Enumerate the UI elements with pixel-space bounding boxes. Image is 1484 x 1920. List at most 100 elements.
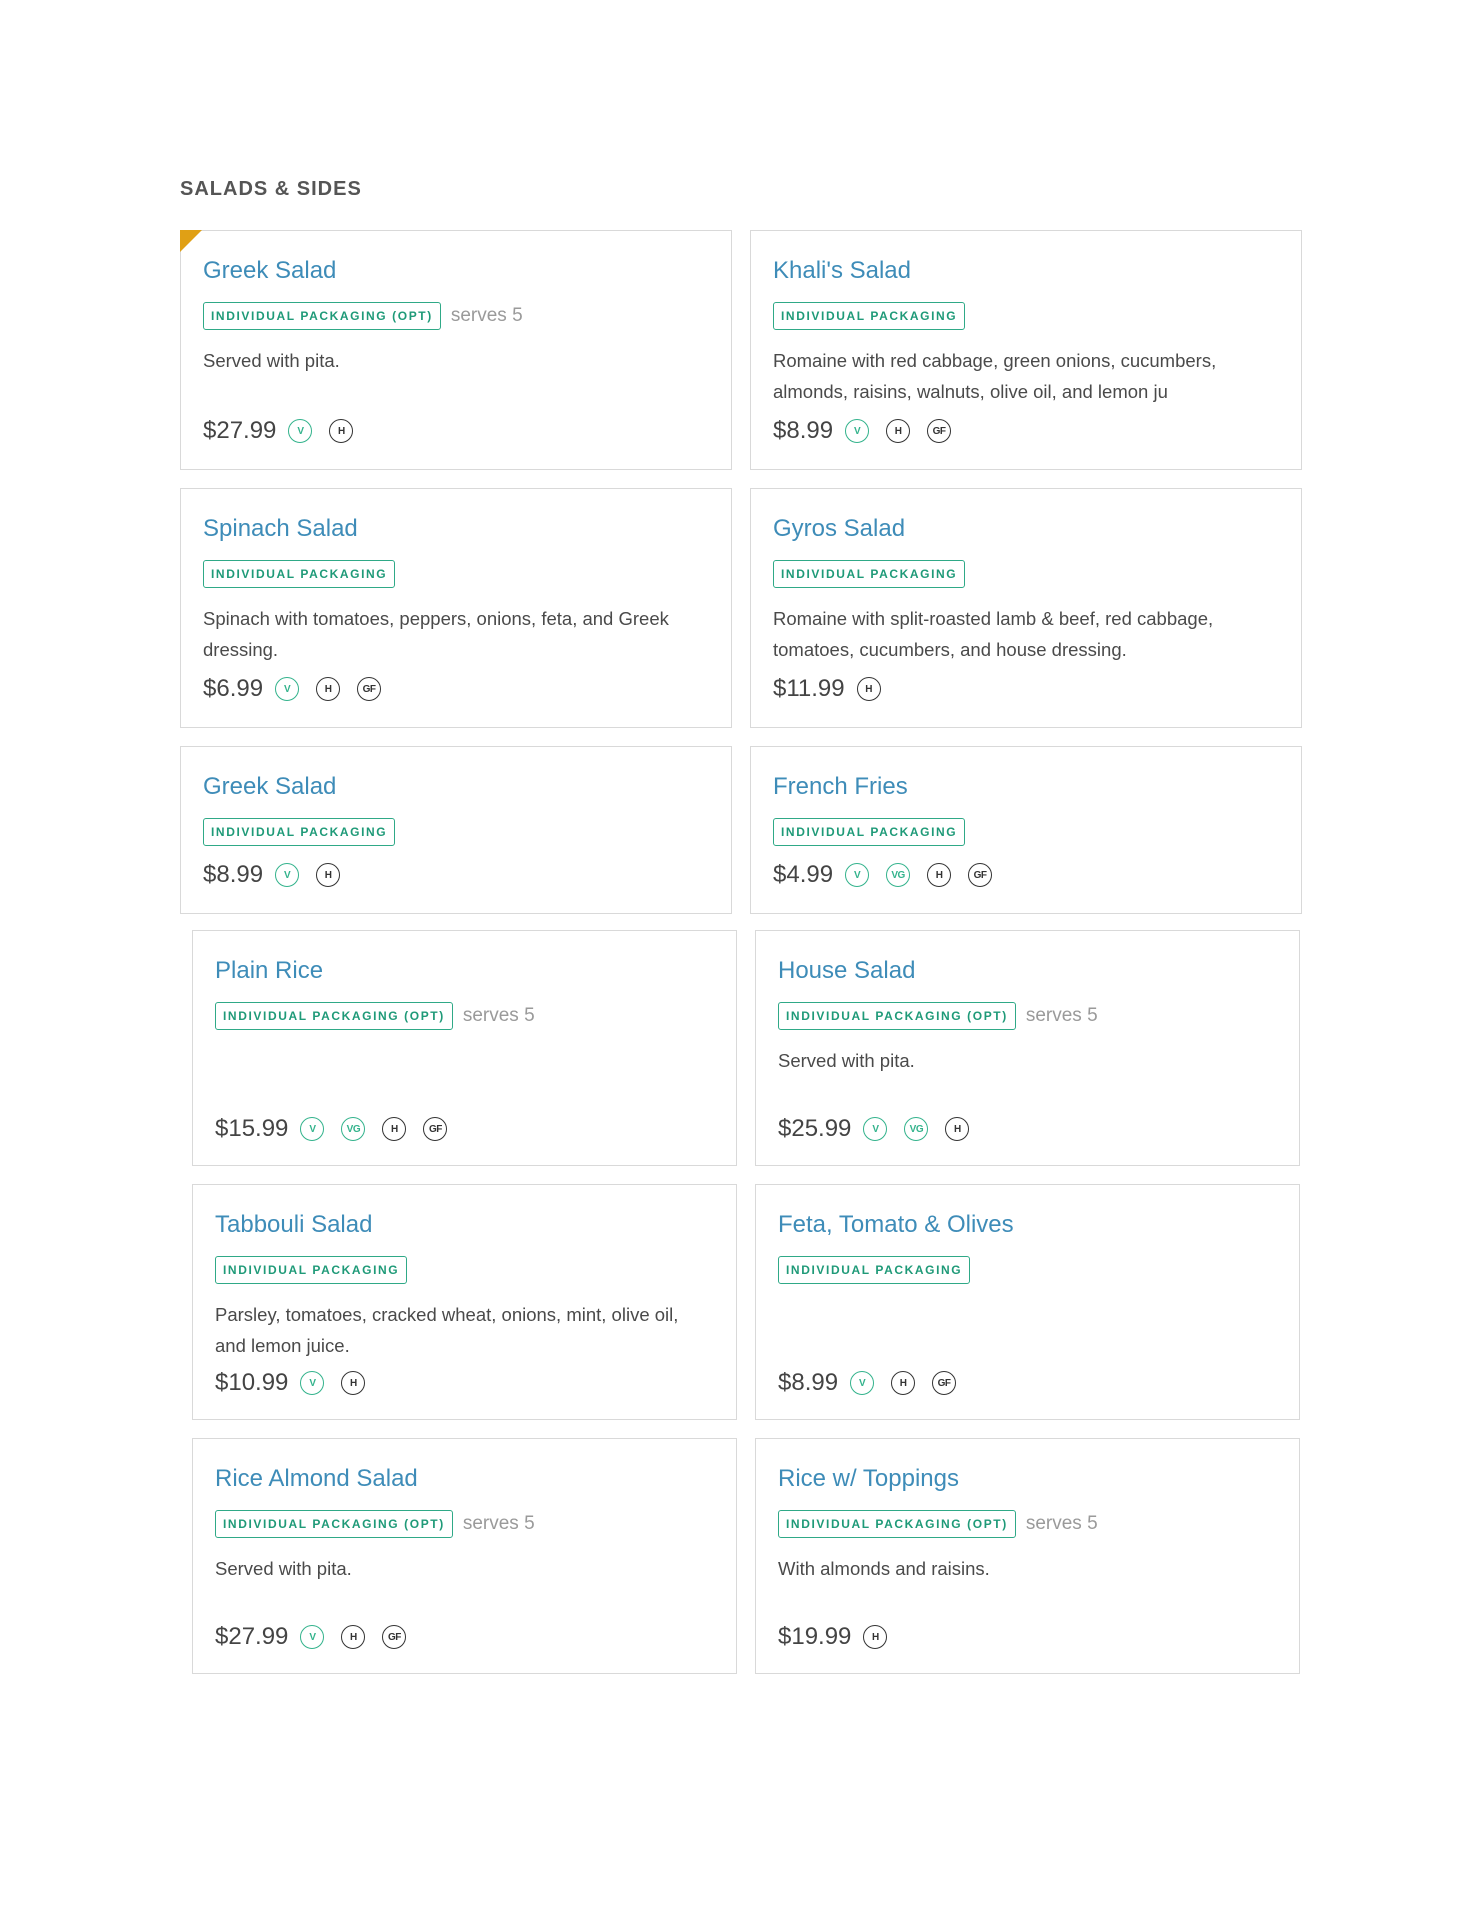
packaging-tag: INDIVIDUAL PACKAGING: [773, 818, 966, 846]
menu-item-card[interactable]: French Fries INDIVIDUAL PACKAGING $4.99 V VG…: [750, 746, 1302, 914]
tag-row: INDIVIDUAL PACKAGING (OPT) serves 5: [203, 302, 523, 330]
packaging-tag: INDIVIDUAL PACKAGING (OPT): [215, 1510, 453, 1538]
vegetarian-badge-icon: V: [275, 863, 300, 887]
item-price: $6.99: [203, 675, 264, 702]
tag-row: INDIVIDUAL PACKAGING (OPT) serves 5: [778, 1002, 1098, 1030]
price-row: $8.99 V H: [203, 861, 357, 889]
vegan-badge-icon: VG: [341, 1117, 366, 1141]
serves-count: serves 5: [1025, 1513, 1098, 1534]
item-description: Served with pita.: [215, 1558, 352, 1579]
packaging-tag: INDIVIDUAL PACKAGING: [778, 1256, 971, 1284]
item-description: With almonds and raisins.: [778, 1558, 990, 1579]
price-row: $6.99 V H GF: [203, 675, 398, 703]
item-description: Spinach with tomatoes, peppers, onions, …: [203, 608, 669, 660]
packaging-tag: INDIVIDUAL PACKAGING: [215, 1256, 408, 1284]
packaging-tag: INDIVIDUAL PACKAGING: [203, 560, 396, 588]
menu-item-card[interactable]: Khali's Salad INDIVIDUAL PACKAGING Romaine…: [750, 230, 1302, 470]
vegetarian-badge-icon: V: [300, 1371, 325, 1395]
menu-item-card[interactable]: Rice Almond Salad INDIVIDUAL PACKAGING (O…: [192, 1438, 737, 1674]
item-name[interactable]: Gyros Salad: [773, 515, 905, 543]
item-name[interactable]: Khali's Salad: [773, 257, 911, 285]
item-price: $10.99: [215, 1369, 289, 1396]
gluten-free-badge-icon: GF: [968, 863, 993, 887]
vegetarian-badge-icon: V: [850, 1371, 875, 1395]
price-row: $4.99 V VG H GF: [773, 861, 1009, 889]
item-description: Parsley, tomatoes, cracked wheat, onions…: [215, 1304, 679, 1356]
item-name[interactable]: Spinach Salad: [203, 515, 358, 543]
vegan-badge-icon: VG: [886, 863, 911, 887]
packaging-tag: INDIVIDUAL PACKAGING (OPT): [778, 1002, 1016, 1030]
packaging-tag: INDIVIDUAL PACKAGING (OPT): [778, 1510, 1016, 1538]
price-row: $15.99 V VG H GF: [215, 1115, 464, 1143]
halal-badge-icon: H: [341, 1625, 366, 1649]
price-row: $25.99 V VG H: [778, 1115, 986, 1143]
halal-badge-icon: H: [856, 677, 881, 701]
menu-item-card[interactable]: Tabbouli Salad INDIVIDUAL PACKAGING Parsle…: [192, 1184, 737, 1420]
menu-item-card[interactable]: House Salad INDIVIDUAL PACKAGING (OPT) ser…: [755, 930, 1300, 1166]
section-title: SALADS & SIDES: [180, 178, 362, 200]
item-price: $8.99: [773, 417, 834, 444]
price-row: $11.99 H: [773, 675, 898, 703]
price-row: $27.99 V H GF: [215, 1623, 423, 1651]
item-name[interactable]: Feta, Tomato & Olives: [778, 1211, 1014, 1239]
halal-badge-icon: H: [329, 419, 354, 443]
menu-item-card[interactable]: Feta, Tomato & Olives INDIVIDUAL PACKAGIN…: [755, 1184, 1300, 1420]
price-row: $19.99 H: [778, 1623, 904, 1651]
item-name[interactable]: French Fries: [773, 773, 908, 801]
vegetarian-badge-icon: V: [300, 1117, 325, 1141]
packaging-tag: INDIVIDUAL PACKAGING: [203, 818, 396, 846]
tag-row: INDIVIDUAL PACKAGING: [215, 1256, 408, 1284]
serves-count: serves 5: [462, 1005, 535, 1026]
item-name[interactable]: House Salad: [778, 957, 915, 985]
item-description: Served with pita.: [203, 350, 340, 371]
serves-count: serves 5: [462, 1513, 535, 1534]
vegetarian-badge-icon: V: [845, 419, 870, 443]
serves-count: serves 5: [1025, 1005, 1098, 1026]
vegan-badge-icon: VG: [904, 1117, 929, 1141]
tag-row: INDIVIDUAL PACKAGING: [203, 560, 396, 588]
vegetarian-badge-icon: V: [288, 419, 313, 443]
gluten-free-badge-icon: GF: [932, 1371, 957, 1395]
menu-item-card[interactable]: Rice w/ Toppings INDIVIDUAL PACKAGING (OP…: [755, 1438, 1300, 1674]
packaging-tag: INDIVIDUAL PACKAGING (OPT): [215, 1002, 453, 1030]
menu-item-card[interactable]: Greek Salad INDIVIDUAL PACKAGING $8.99 V H: [180, 746, 732, 914]
tag-row: INDIVIDUAL PACKAGING: [773, 818, 966, 846]
text-fade-overlay: [1199, 376, 1279, 407]
item-price: $19.99: [778, 1623, 852, 1650]
menu-item-card[interactable]: Greek Salad INDIVIDUAL PACKAGING (OPT) ser…: [180, 230, 732, 470]
item-name[interactable]: Rice w/ Toppings: [778, 1465, 959, 1493]
tag-row: INDIVIDUAL PACKAGING: [773, 560, 966, 588]
menu-item-card[interactable]: Gyros Salad INDIVIDUAL PACKAGING Romaine w…: [750, 488, 1302, 728]
item-price: $15.99: [215, 1115, 289, 1142]
halal-badge-icon: H: [891, 1371, 916, 1395]
price-row: $27.99 V H: [203, 417, 370, 445]
vegetarian-badge-icon: V: [300, 1625, 325, 1649]
menu-item-card[interactable]: Plain Rice INDIVIDUAL PACKAGING (OPT) serv…: [192, 930, 737, 1166]
tag-row: INDIVIDUAL PACKAGING (OPT) serves 5: [215, 1510, 535, 1538]
item-name[interactable]: Greek Salad: [203, 773, 336, 801]
featured-corner-marker: [180, 230, 202, 252]
serves-count: serves 5: [450, 305, 523, 326]
vegetarian-badge-icon: V: [845, 863, 870, 887]
tag-row: INDIVIDUAL PACKAGING: [778, 1256, 971, 1284]
item-name[interactable]: Plain Rice: [215, 957, 323, 985]
item-price: $27.99: [215, 1623, 289, 1650]
packaging-tag: INDIVIDUAL PACKAGING: [773, 560, 966, 588]
halal-badge-icon: H: [927, 863, 952, 887]
halal-badge-icon: H: [886, 419, 911, 443]
menu-item-card[interactable]: Spinach Salad INDIVIDUAL PACKAGING Spinach…: [180, 488, 732, 728]
item-price: $8.99: [778, 1369, 839, 1396]
gluten-free-badge-icon: GF: [927, 419, 952, 443]
item-name[interactable]: Rice Almond Salad: [215, 1465, 418, 1493]
gluten-free-badge-icon: GF: [382, 1625, 407, 1649]
packaging-tag: INDIVIDUAL PACKAGING: [773, 302, 966, 330]
item-price: $25.99: [778, 1115, 852, 1142]
gluten-free-badge-icon: GF: [423, 1117, 448, 1141]
item-name[interactable]: Tabbouli Salad: [215, 1211, 372, 1239]
item-name[interactable]: Greek Salad: [203, 257, 336, 285]
halal-badge-icon: H: [341, 1371, 366, 1395]
gluten-free-badge-icon: GF: [357, 677, 382, 701]
packaging-tag: INDIVIDUAL PACKAGING (OPT): [203, 302, 441, 330]
halal-badge-icon: H: [316, 677, 341, 701]
vegetarian-badge-icon: V: [275, 677, 300, 701]
